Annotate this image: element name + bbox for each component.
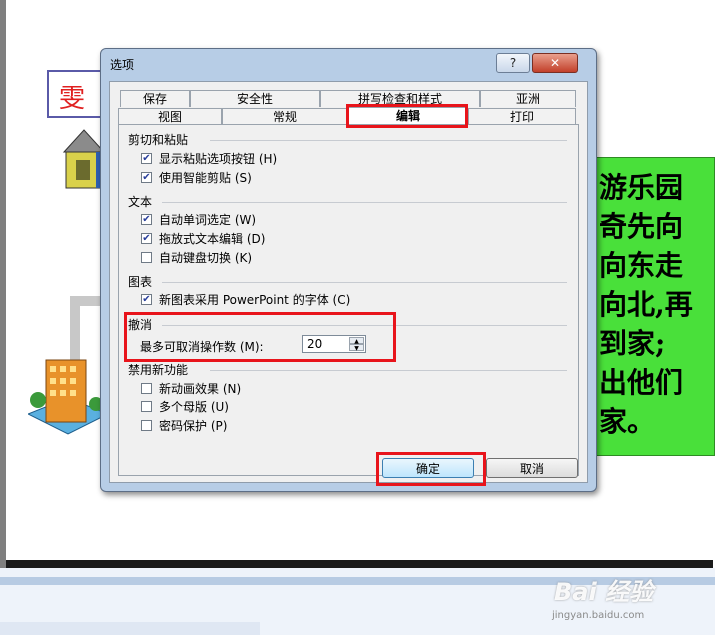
group-divider (162, 282, 567, 283)
tab-view-label: 视图 (157, 110, 182, 124)
tab-general-label: 常规 (272, 110, 297, 124)
tab-print-label: 打印 (509, 110, 534, 124)
close-icon: ✕ (549, 56, 561, 70)
checkbox-unchecked-icon[interactable] (141, 420, 152, 431)
option-label: 多个母版 (U) (159, 400, 229, 414)
group-divider (162, 325, 567, 326)
option-label: 密码保护 (P) (159, 419, 228, 433)
cancel-button[interactable]: 取消 (486, 458, 578, 478)
group-divider (210, 140, 567, 141)
green-text-line-3: 向东走 (599, 249, 684, 282)
checkbox-unchecked-icon[interactable] (141, 383, 152, 394)
tab-general[interactable]: 常规 (222, 108, 348, 125)
apartment-clipart (28, 359, 108, 435)
ok-button-label: 确定 (415, 462, 440, 476)
option-label: 新动画效果 (N) (159, 382, 242, 396)
group-divider (162, 202, 567, 203)
help-icon: ? (509, 56, 517, 70)
green-textbox[interactable]: 游乐园 奇先向 向东走 向北,再 到家; 出他们 家。 (593, 157, 715, 456)
tab-view[interactable]: 视图 (118, 108, 222, 125)
green-text-line-2: 奇先向 (599, 210, 684, 243)
checkbox-checked-icon[interactable]: ✔ (141, 172, 152, 183)
group-title-text: 文本 (128, 195, 153, 209)
green-text-line-4: 向北,再 (599, 288, 693, 321)
drawing-toolbar[interactable] (0, 622, 260, 635)
red-word-text: 雯 (59, 84, 86, 114)
checkbox-checked-icon[interactable]: ✔ (141, 153, 152, 164)
group-title-cut-paste: 剪切和粘贴 (128, 133, 189, 147)
group-divider (210, 370, 567, 371)
group-title-disable-features: 禁用新功能 (128, 363, 189, 377)
watermark-logo-text: Bai 经验 (554, 578, 654, 606)
max-undo-spinner[interactable]: 20 ▲ ▼ (302, 335, 366, 353)
max-undo-value[interactable]: 20 (307, 337, 322, 351)
option-label: 自动键盘切换 (K) (159, 251, 253, 265)
tab-save[interactable]: 保存 (120, 90, 190, 107)
green-text-line-1: 游乐园 (599, 171, 684, 204)
spin-up-icon[interactable]: ▲ (349, 337, 364, 345)
green-text-line-7: 家。 (599, 405, 656, 438)
checkbox-checked-icon[interactable]: ✔ (141, 294, 152, 305)
option-label: 显示粘贴选项按钮 (H) (159, 152, 278, 166)
checkbox-checked-icon[interactable]: ✔ (141, 233, 152, 244)
checkbox-unchecked-icon[interactable] (141, 401, 152, 412)
watermark-url: jingyan.baidu.com (552, 610, 645, 621)
tab-print[interactable]: 打印 (468, 108, 576, 125)
close-button[interactable]: ✕ (532, 53, 578, 73)
spin-down-icon[interactable]: ▼ (349, 344, 364, 352)
option-label: 使用智能剪贴 (S) (159, 171, 252, 185)
dialog-title: 选项 (110, 58, 135, 72)
tab-asian-label: 亚洲 (515, 92, 540, 106)
cancel-button-label: 取消 (519, 462, 544, 476)
max-undo-label: 最多可取消操作数 (M): (140, 340, 264, 354)
tab-security[interactable]: 安全性 (190, 90, 320, 107)
help-button[interactable]: ? (496, 53, 530, 73)
checkbox-unchecked-icon[interactable] (141, 252, 152, 263)
tab-edit-label: 编辑 (395, 109, 420, 123)
green-text-line-5: 到家; (599, 327, 666, 360)
option-label: 拖放式文本编辑 (D) (159, 232, 266, 246)
ok-button[interactable]: 确定 (382, 458, 474, 478)
green-text-line-6: 出他们 (599, 366, 684, 399)
tab-spelling-style[interactable]: 拼写检查和样式 (320, 90, 480, 107)
group-title-chart: 图表 (128, 275, 153, 289)
slide-left-border (0, 0, 6, 568)
baidu-watermark: Bai 经验 jingyan.baidu.com (548, 566, 713, 626)
tab-save-label: 保存 (142, 92, 167, 106)
tab-asian[interactable]: 亚洲 (480, 90, 576, 107)
tab-spelling-style-label: 拼写检查和样式 (357, 92, 442, 106)
checkbox-checked-icon[interactable]: ✔ (141, 214, 152, 225)
tab-security-label: 安全性 (236, 92, 273, 106)
option-label: 自动单词选定 (W) (159, 213, 257, 227)
option-label: 新图表采用 PowerPoint 的字体 (C) (159, 293, 351, 307)
group-title-undo: 撤消 (128, 318, 153, 332)
